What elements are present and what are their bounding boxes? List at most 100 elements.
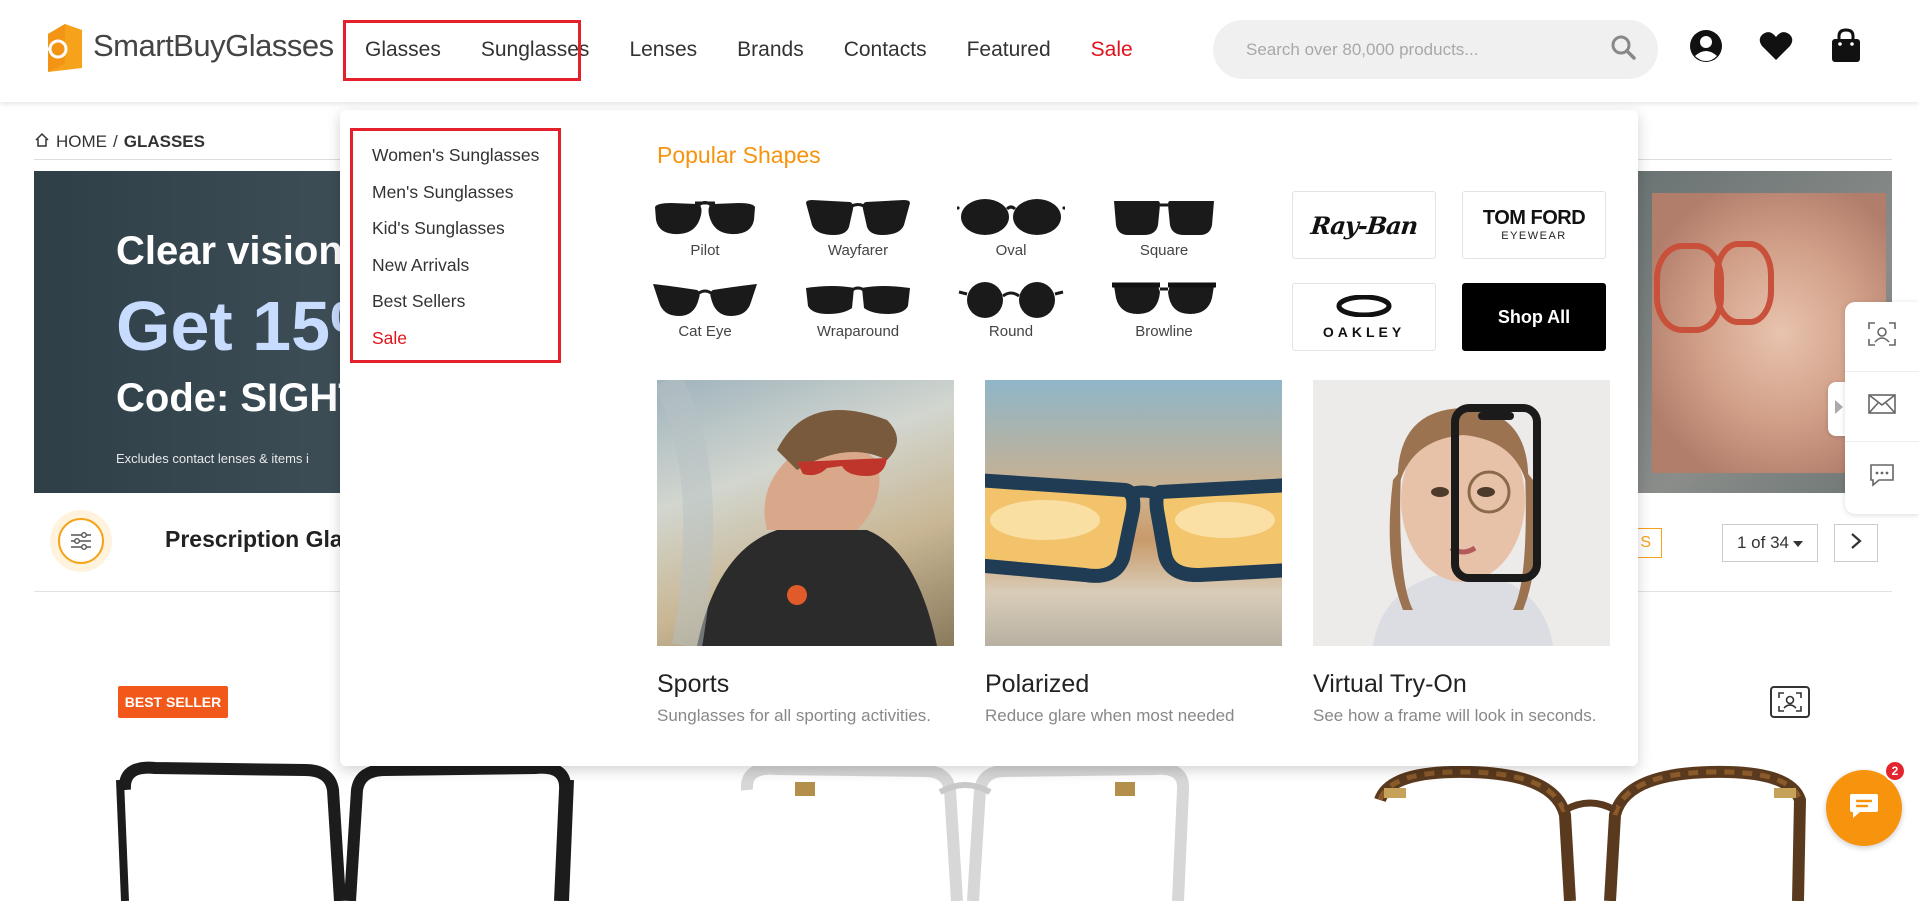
menu-item-new-arrivals[interactable]: New Arrivals	[372, 255, 558, 292]
promo-polarized[interactable]: Polarized Reduce glare when most needed	[985, 380, 1282, 726]
promo-sports[interactable]: Sports Sunglasses for all sporting activ…	[657, 380, 954, 726]
filter-sliders-icon	[58, 518, 104, 564]
tomford-logo: TOM FORD	[1482, 207, 1586, 229]
nav-sale[interactable]: Sale	[1071, 38, 1153, 62]
site-logo[interactable]: SmartBuyGlasses	[45, 20, 334, 72]
side-chat[interactable]	[1845, 442, 1919, 512]
shape-wayfarer[interactable]: Wayfarer	[803, 195, 913, 259]
chevron-right-icon	[1850, 532, 1862, 555]
shape-square[interactable]: Square	[1109, 195, 1219, 259]
round-sunglasses-icon	[958, 282, 1064, 318]
logo-text: SmartBuyGlasses	[93, 28, 334, 63]
wayfarer-sunglasses-icon	[806, 200, 910, 235]
brand-tile-rayban[interactable]: Ray-Ban	[1292, 191, 1436, 259]
banner-footnote: Excludes contact lenses & items i	[116, 451, 309, 466]
account-icon[interactable]	[1688, 28, 1724, 64]
side-email[interactable]	[1845, 372, 1919, 442]
virtual-try-on-image	[1313, 380, 1610, 646]
shape-label: Round	[988, 323, 1034, 340]
promo-title: Polarized	[985, 670, 1090, 698]
product-image-black-frame[interactable]	[115, 760, 575, 901]
product-image-clear-frame[interactable]	[735, 760, 1195, 901]
chat-notification-badge: 2	[1884, 760, 1906, 782]
pagination-label: 1 of 34	[1737, 533, 1789, 552]
oakley-logo: OAKLEY	[1322, 323, 1406, 340]
shape-pilot[interactable]: Pilot	[650, 195, 760, 259]
sunglasses-mega-menu: Women's Sunglasses Men's Sunglasses Kid'…	[340, 110, 1638, 766]
banner-code: Code: SIGHT	[116, 376, 363, 420]
promo-title: Sports	[657, 670, 730, 698]
breadcrumb-current: GLASSES	[123, 132, 205, 151]
nav-highlight-box	[343, 20, 581, 81]
header-icons	[1688, 28, 1864, 64]
logo-glasses-icon	[45, 20, 85, 72]
chat-icon	[1848, 792, 1880, 825]
shape-round[interactable]: Round	[956, 280, 1066, 340]
shape-browline[interactable]: Browline	[1109, 280, 1219, 340]
search-input[interactable]	[1246, 39, 1610, 60]
rayban-logo: Ray-Ban	[1309, 210, 1419, 240]
shape-label: Oval	[995, 242, 1027, 259]
caret-down-icon	[1793, 533, 1803, 553]
shape-label: Square	[1139, 242, 1189, 259]
home-icon[interactable]	[34, 132, 50, 153]
shape-label: Pilot	[690, 242, 720, 259]
wishlist-heart-icon[interactable]	[1758, 28, 1794, 64]
nav-contacts[interactable]: Contacts	[824, 38, 947, 62]
nav-featured[interactable]: Featured	[947, 38, 1071, 62]
search-icon[interactable]	[1610, 34, 1636, 65]
pagination-select[interactable]: 1 of 34	[1722, 524, 1818, 562]
message-bubble-icon	[1869, 463, 1895, 492]
caret-right-icon	[1834, 399, 1844, 420]
square-sunglasses-icon	[1114, 201, 1214, 235]
tomford-logo-sub: EYEWEAR	[1501, 230, 1567, 242]
sunglasses-category-list: Women's Sunglasses Men's Sunglasses Kid'…	[350, 128, 561, 363]
next-page-button[interactable]	[1834, 524, 1878, 562]
product-image-tortoise-frame[interactable]	[1360, 760, 1820, 901]
oakley-ellipse-icon	[1336, 294, 1392, 322]
shape-cat-eye[interactable]: Cat Eye	[650, 280, 760, 340]
nav-brands[interactable]: Brands	[717, 38, 824, 62]
menu-item-kids-sunglasses[interactable]: Kid's Sunglasses	[372, 218, 558, 255]
mail-icon	[1868, 394, 1896, 419]
promo-virtual-try-on[interactable]: Virtual Try-On See how a frame will look…	[1313, 380, 1610, 726]
banner-glasses-frame	[1714, 241, 1774, 325]
banner-headline: Clear vision	[116, 229, 343, 273]
promo-description: Sunglasses for all sporting activities.	[657, 706, 932, 725]
shape-label: Cat Eye	[678, 323, 732, 340]
menu-item-mens-sunglasses[interactable]: Men's Sunglasses	[372, 182, 558, 219]
shop-all-brands-button[interactable]: Shop All	[1462, 283, 1606, 351]
side-widget-panel	[1845, 302, 1919, 514]
menu-item-sale[interactable]: Sale	[372, 328, 558, 365]
wraparound-sunglasses-icon	[806, 286, 910, 314]
side-virtual-try-on[interactable]	[1845, 302, 1919, 372]
breadcrumb-separator: /	[113, 132, 118, 151]
polarized-image	[985, 380, 1282, 646]
virtual-try-on-icon[interactable]	[1770, 686, 1810, 718]
shape-label: Wayfarer	[827, 242, 889, 259]
shop-all-label: Shop All	[1497, 306, 1571, 327]
shape-label: Wraparound	[816, 323, 900, 340]
menu-item-best-sellers[interactable]: Best Sellers	[372, 291, 558, 328]
breadcrumb-home[interactable]: HOME	[56, 132, 107, 152]
promo-description: See how a frame will look in seconds.	[1313, 706, 1597, 725]
face-scan-icon	[1868, 322, 1896, 351]
filter-button[interactable]	[50, 510, 112, 572]
site-header: SmartBuyGlasses Glasses Sunglasses Lense…	[0, 0, 1919, 102]
nav-lenses[interactable]: Lenses	[609, 38, 717, 62]
shape-wraparound[interactable]: Wraparound	[803, 280, 913, 340]
promo-title: Virtual Try-On	[1313, 670, 1467, 698]
promo-description: Reduce glare when most needed	[985, 706, 1235, 725]
listing-title: Prescription Glas	[165, 526, 356, 552]
shape-oval[interactable]: Oval	[956, 195, 1066, 259]
menu-item-womens-sunglasses[interactable]: Women's Sunglasses	[372, 145, 558, 182]
best-seller-badge: BEST SELLER	[118, 686, 228, 718]
sports-image	[657, 380, 954, 646]
shape-label: Browline	[1135, 323, 1193, 340]
brand-tile-oakley[interactable]: OAKLEY	[1292, 283, 1436, 351]
pilot-sunglasses-icon	[655, 201, 755, 235]
oval-sunglasses-icon	[957, 199, 1065, 235]
shopping-bag-icon[interactable]	[1828, 28, 1864, 64]
brand-tile-tomford[interactable]: TOM FORD EYEWEAR	[1462, 191, 1606, 259]
popular-shapes-heading: Popular Shapes	[657, 142, 821, 168]
